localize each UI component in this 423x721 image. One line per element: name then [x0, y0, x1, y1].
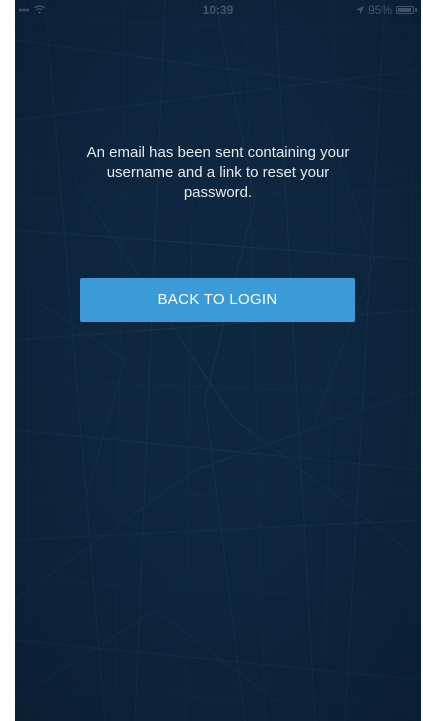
battery-percent: 95%: [367, 3, 392, 17]
battery-tip: [415, 8, 417, 12]
confirmation-message: An email has been sent containing your u…: [86, 144, 350, 201]
status-bar: 10:39 95%: [15, 0, 421, 20]
location-arrow-icon: [355, 0, 364, 20]
map-background: [15, 0, 421, 721]
status-right: 95%: [355, 0, 417, 20]
app-screen: 10:39 95% An email has been sent contain…: [15, 0, 421, 721]
back-to-login-button[interactable]: BACK TO LOGIN: [80, 278, 355, 322]
battery-fill: [398, 8, 412, 12]
battery-icon: [396, 6, 414, 14]
